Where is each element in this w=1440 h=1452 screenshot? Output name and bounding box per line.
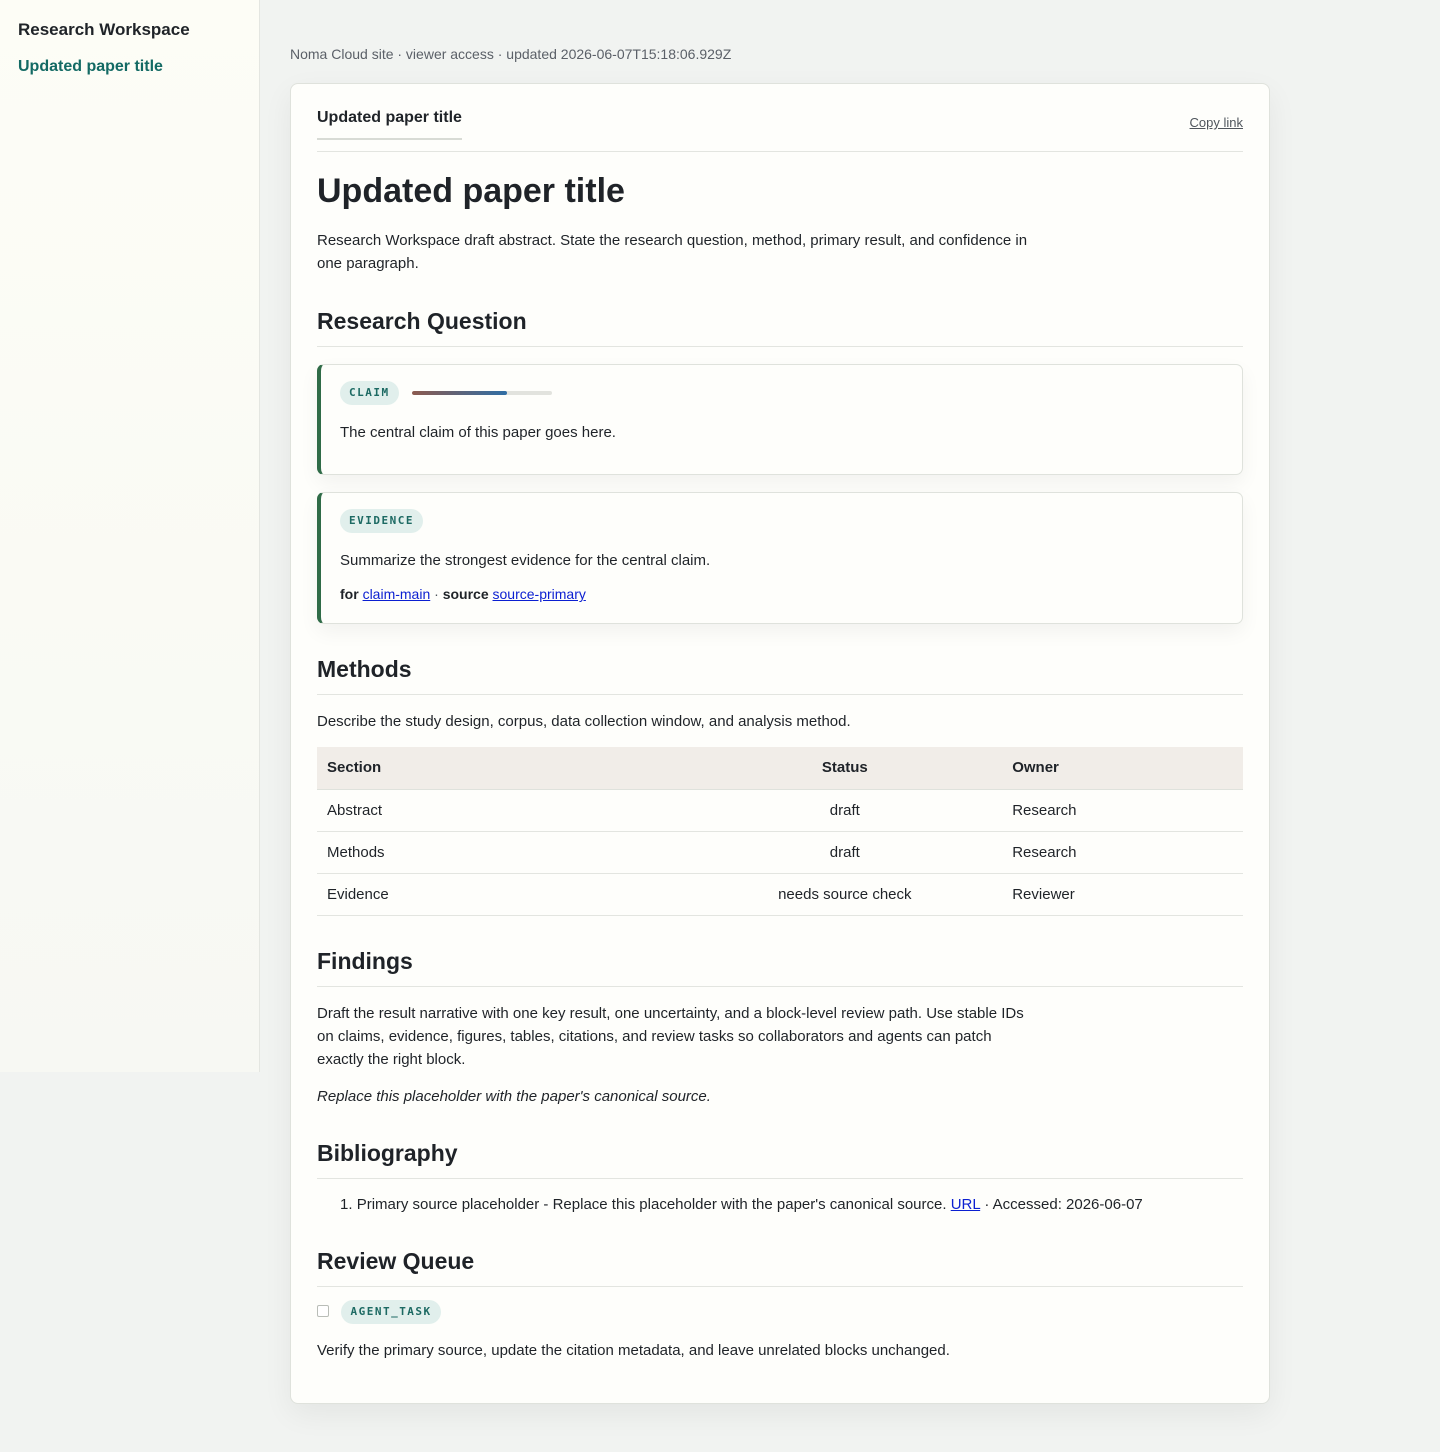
findings-note: Replace this placeholder with the paper'… [317, 1087, 711, 1105]
methods-text: Describe the study design, corpus, data … [317, 713, 851, 731]
evidence-block: EVIDENCE Summarize the strongest evidenc… [317, 492, 1243, 625]
claim-confidence-fill [412, 391, 508, 396]
claim-confidence-bar [412, 391, 552, 396]
cell-owner: Reviewer [1002, 873, 1243, 916]
claim-main-link[interactable]: claim-main [363, 586, 431, 602]
column-header-owner: Owner [1002, 747, 1243, 790]
source-label: source [442, 586, 489, 603]
task-checkbox[interactable] [317, 1304, 329, 1317]
reference-accessed: · Accessed: 2026-06-07 [984, 1195, 1143, 1213]
cell-section: Evidence [317, 873, 688, 916]
workspace-title: Research Workspace [18, 20, 190, 39]
copy-link-button[interactable]: Copy link [1190, 115, 1243, 130]
evidence-text: Summarize the strongest evidence for the… [340, 552, 711, 570]
bibliography-entry: 1. Primary source placeholder - Replace … [317, 1194, 1243, 1216]
reference-number: 1. [340, 1195, 353, 1213]
source-primary-link[interactable]: source-primary [493, 586, 586, 602]
column-header-status: Status [687, 747, 1003, 790]
methods-table: Section Status Owner Abstract draft Rese… [317, 747, 1243, 916]
paper-tab-title: Updated paper title [317, 109, 462, 140]
cell-owner: Research [1002, 789, 1243, 832]
table-header-row: Section Status Owner [317, 747, 1243, 790]
evidence-links: for claim-main · source source-primary [340, 586, 1222, 602]
table-row: Methods draft Research [317, 831, 1243, 874]
cell-status: draft [687, 831, 1003, 874]
sidebar: Research Workspace Updated paper title [0, 0, 260, 1072]
cell-section: Methods [317, 831, 688, 874]
evidence-tag: EVIDENCE [340, 509, 423, 534]
page-title: Updated paper title [317, 172, 625, 210]
section-heading-research-question: Research Question [317, 308, 1243, 348]
sidebar-item-updated-paper-title[interactable]: Updated paper title [18, 58, 241, 76]
paper-header: Updated paper title Copy link [317, 84, 1243, 152]
section-heading-methods: Methods [317, 656, 1243, 696]
cell-section: Abstract [317, 789, 688, 832]
column-header-section: Section [317, 747, 688, 790]
access-meta-line: Noma Cloud site · viewer access · update… [290, 46, 732, 62]
reference-text: Primary source placeholder - Replace thi… [356, 1195, 947, 1213]
links-separator: · [434, 586, 439, 603]
review-task-text: Verify the primary source, update the ci… [317, 1341, 950, 1359]
claim-tag: CLAIM [340, 381, 399, 406]
section-heading-findings: Findings [317, 948, 1243, 987]
claim-block: CLAIM The central claim of this paper go… [317, 364, 1243, 476]
cell-status: needs source check [687, 873, 1003, 916]
agent-task-tag: AGENT_TASK [341, 1299, 441, 1324]
review-task: AGENT_TASK [317, 1299, 1243, 1324]
for-label: for [340, 586, 359, 603]
findings-text: Draft the result narrative with one key … [317, 1004, 1024, 1068]
section-heading-review-queue: Review Queue [317, 1248, 1243, 1287]
section-heading-bibliography: Bibliography [317, 1140, 1243, 1179]
cell-status: draft [687, 789, 1003, 832]
table-row: Abstract draft Research [317, 789, 1243, 832]
abstract-text: Research Workspace draft abstract. State… [317, 232, 1028, 273]
claim-text: The central claim of this paper goes her… [340, 424, 616, 442]
table-row: Evidence needs source check Reviewer [317, 873, 1243, 916]
cell-owner: Research [1002, 831, 1243, 874]
paper-card: Updated paper title Copy link Updated pa… [290, 83, 1270, 1404]
reference-url-link[interactable]: URL [951, 1196, 980, 1213]
